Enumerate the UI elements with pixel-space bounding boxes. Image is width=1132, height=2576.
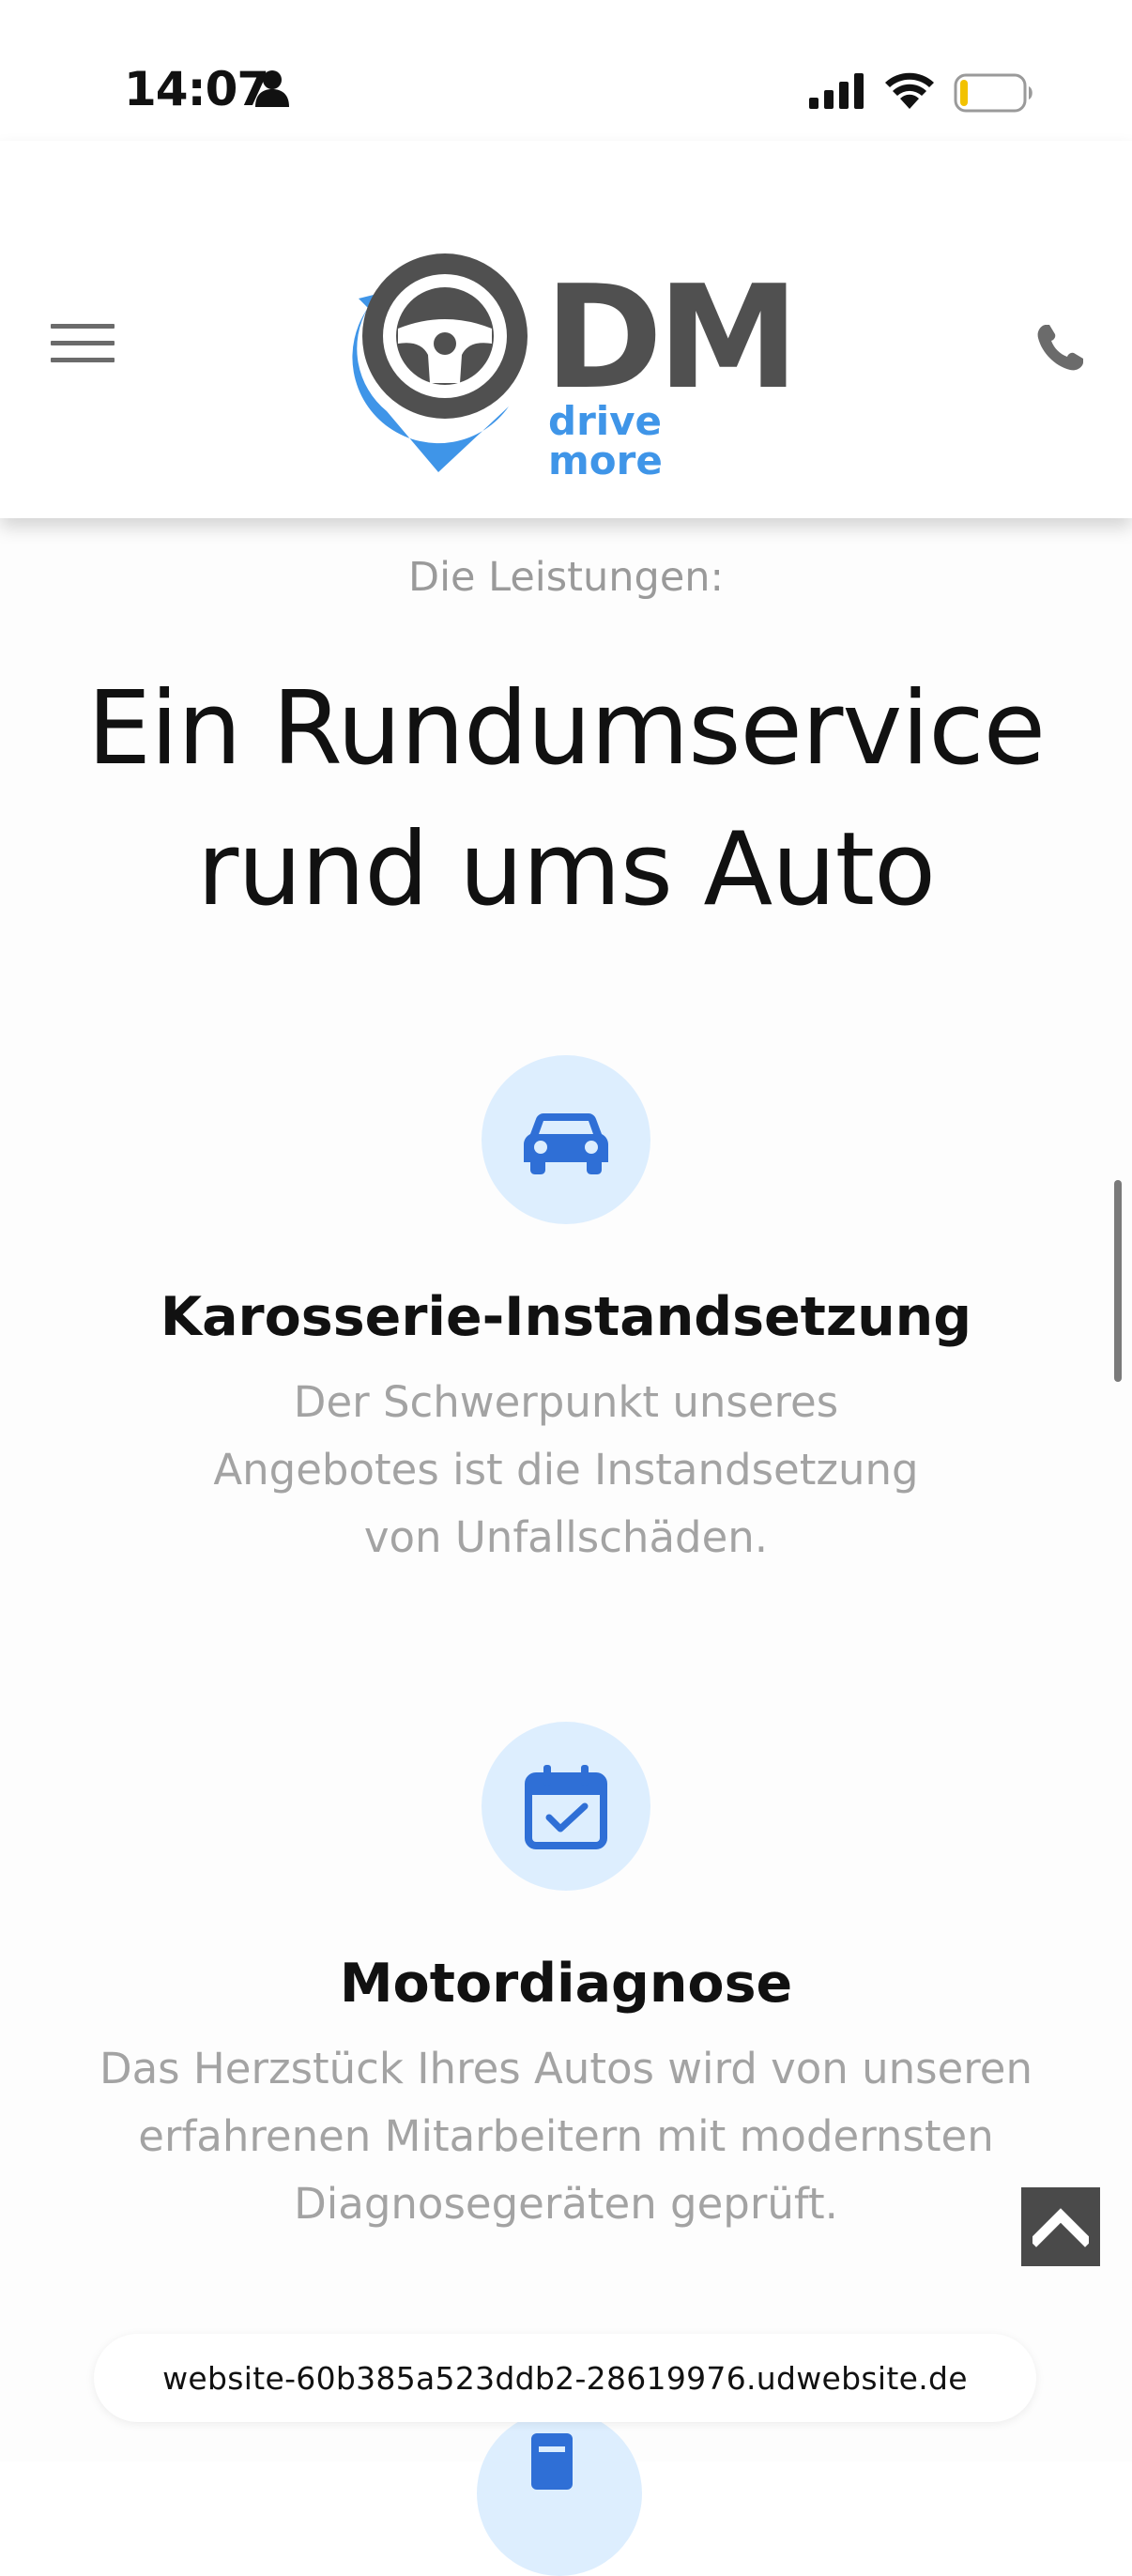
cellular-signal-icon: [809, 73, 864, 109]
status-bar: 14:07: [0, 0, 1132, 141]
service-description: Der Schwerpunkt unseres Angebotes ist di…: [213, 1377, 919, 1562]
service-icon-circle: [482, 1055, 650, 1224]
url-text: website-60b385a523ddb2-28619976.udwebsit…: [162, 2359, 968, 2397]
section-headline: Ein Rundumservice rund ums Auto: [0, 659, 1132, 941]
page-scrollbar[interactable]: [1114, 1180, 1122, 1382]
browser-url-bar[interactable]: website-60b385a523ddb2-28619976.udwebsit…: [94, 2334, 1036, 2422]
document-icon: [531, 2433, 573, 2490]
person-icon: [255, 70, 289, 107]
steering-wheel-pin-icon: [352, 253, 528, 472]
headline-line-1: Ein Rundumservice: [86, 670, 1046, 788]
section-eyebrow: Die Leistungen:: [407, 554, 725, 601]
site-header: DM drive more: [0, 141, 1132, 518]
calendar-check-icon: [525, 1765, 607, 1849]
wifi-icon: [885, 72, 934, 109]
service-description: Das Herzstück Ihres Autos wird von unser…: [99, 2044, 1033, 2229]
site-logo[interactable]: DM drive more: [349, 242, 799, 481]
headline-line-2: rund ums Auto: [196, 811, 936, 928]
logo-tagline: drive more: [548, 398, 663, 483]
menu-button[interactable]: [51, 324, 118, 369]
car-icon: [524, 1113, 608, 1174]
battery-icon: [954, 73, 1033, 113]
scroll-to-top-button[interactable]: [1021, 2187, 1100, 2266]
service-title: Motordiagnose: [339, 1953, 793, 2015]
service-icon-circle: [482, 1722, 650, 1891]
services-section: Die Leistungen: Ein Rundumservice rund u…: [0, 518, 1132, 2461]
service-title: Karosserie-Instandsetzung: [160, 1286, 972, 1348]
hamburger-menu-icon: [51, 324, 115, 329]
status-time: 14:07: [124, 62, 269, 116]
service-icon-circle-partial: [477, 2411, 642, 2576]
phone-icon[interactable]: [1034, 323, 1085, 374]
chevron-up-icon: [1033, 2208, 1089, 2247]
logo-wordmark: DM: [544, 254, 799, 421]
